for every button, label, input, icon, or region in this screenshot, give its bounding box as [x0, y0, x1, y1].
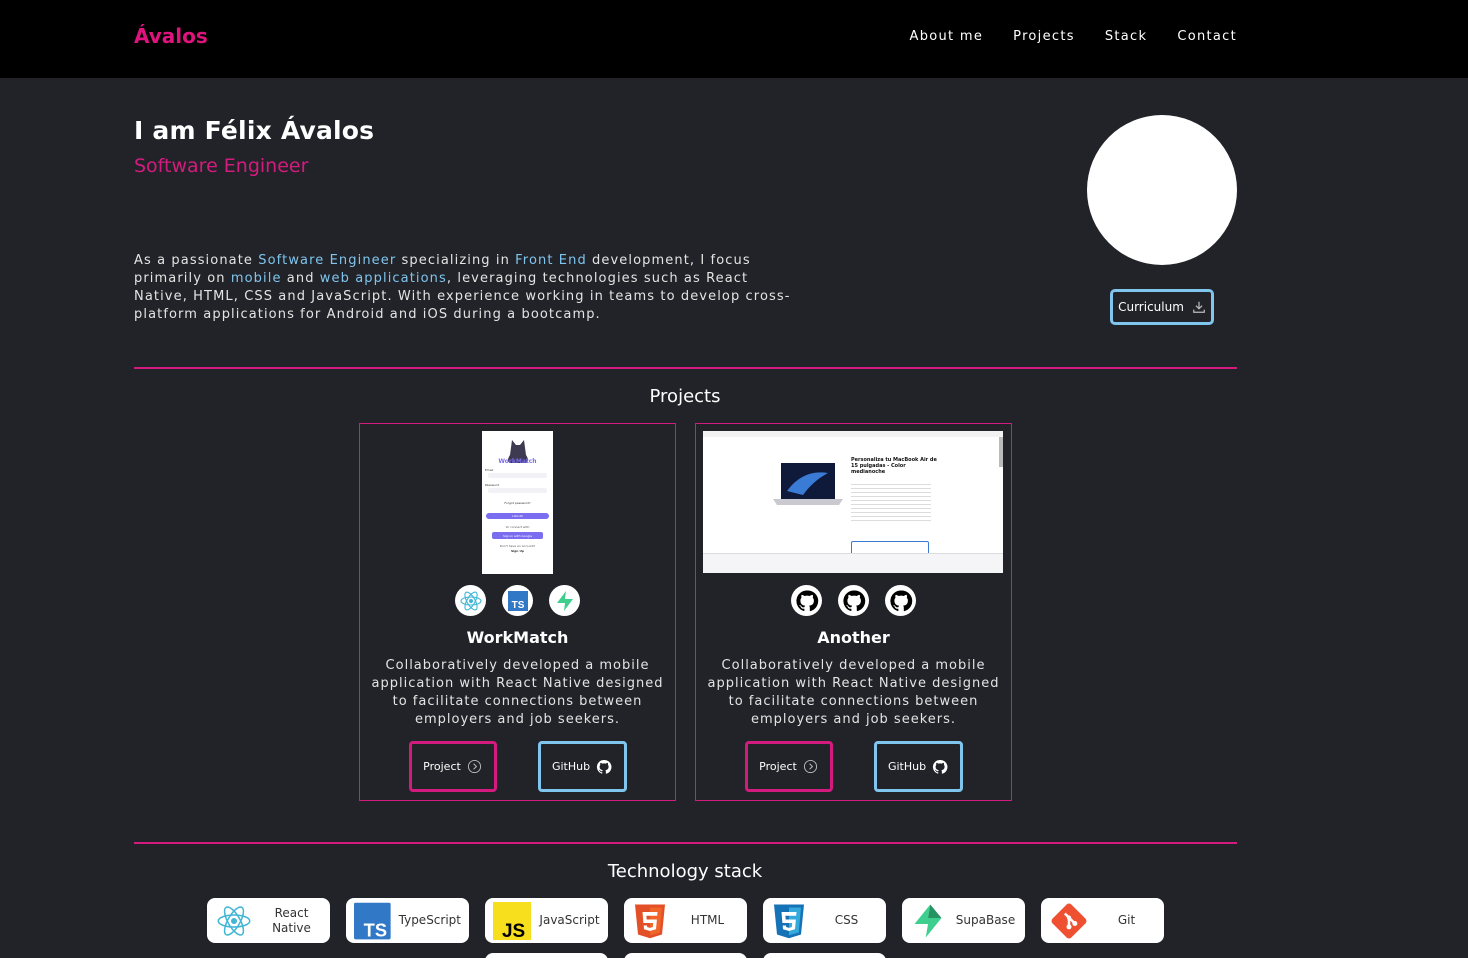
bio-highlight: Software Engineer	[258, 253, 397, 268]
bio-text: As a passionate Software Engineer specia…	[134, 253, 791, 322]
arrow-circle-icon	[803, 759, 817, 774]
project-description: Collaboratively developed a mobile appli…	[707, 658, 1000, 727]
github-icon	[932, 759, 948, 774]
screenshot-heading: Personaliza tu MacBook Air de 15 pulgada…	[851, 457, 937, 475]
stack-item-typescript: TS TypeScript	[346, 898, 469, 943]
project-tech-icons: TS	[360, 585, 675, 616]
svg-text:TS: TS	[364, 919, 387, 940]
top-navbar: Ávalos About me Projects Stack Contact	[0, 0, 1468, 78]
project-link-button[interactable]: Project	[744, 741, 833, 792]
css3-icon	[774, 904, 804, 938]
git-icon	[1051, 903, 1087, 938]
bio-highlight: mobile	[230, 271, 282, 286]
github-icon	[838, 585, 869, 616]
supabase-icon	[914, 904, 942, 937]
nav-link-about[interactable]: About me	[910, 29, 984, 44]
section-divider	[134, 367, 1237, 369]
github-icon	[791, 585, 822, 616]
github-link-button[interactable]: GitHub	[873, 741, 963, 792]
stack-item-css: CSS	[763, 898, 886, 943]
projects-title: Projects	[649, 386, 721, 407]
email-label: Email	[485, 468, 494, 472]
project-card-workmatch: WorkMatch Email Password Forgot password…	[359, 423, 676, 801]
stack-item-html: HTML	[624, 898, 747, 943]
app-name: WorkMatch	[498, 458, 537, 465]
stack-label: React Native	[272, 905, 311, 935]
project-card-another: Personaliza tu MacBook Air de 15 pulgada…	[695, 423, 1012, 801]
tech-stack-list: React Native TS TypeScript JS JavaScript…	[207, 898, 1164, 943]
html5-icon	[635, 904, 665, 938]
avatar	[1087, 115, 1237, 265]
brand-logo[interactable]: Ávalos	[134, 24, 208, 48]
hero-role: Software Engineer	[134, 155, 309, 177]
stack-label: TypeScript	[398, 913, 461, 927]
password-label: Password	[485, 483, 500, 487]
stack-title: Technology stack	[607, 861, 763, 882]
project-title: WorkMatch	[466, 628, 569, 647]
nav-link-stack[interactable]: Stack	[1105, 29, 1148, 44]
project-screenshot: Personaliza tu MacBook Air de 15 pulgada…	[703, 431, 1003, 573]
laptop-image	[773, 463, 843, 505]
project-actions: Project GitHub	[360, 741, 675, 792]
stack-label: HTML	[690, 913, 725, 927]
or-connect-text: Or connect with	[505, 525, 530, 529]
github-icon	[596, 759, 612, 774]
nav-link-contact[interactable]: Contact	[1177, 29, 1237, 44]
github-icon	[885, 585, 916, 616]
stack-label: SupaBase	[955, 913, 1016, 927]
stack-item	[485, 953, 608, 958]
project-screenshot: WorkMatch Email Password Forgot password…	[482, 431, 553, 574]
stack-label: CSS	[834, 913, 859, 927]
download-icon	[1193, 301, 1205, 313]
arrow-circle-icon	[467, 759, 481, 774]
github-link-button[interactable]: GitHub	[537, 741, 627, 792]
stack-item-git: Git	[1041, 898, 1164, 943]
svg-text:JS: JS	[502, 920, 525, 939]
project-button-label: Project	[423, 760, 461, 773]
bio-highlight: web applications	[319, 271, 447, 286]
stack-label: JavaScript	[539, 913, 600, 927]
hero-name: I am Félix Ávalos	[134, 116, 375, 145]
stack-item-javascript: JS JavaScript	[485, 898, 608, 943]
stack-item	[763, 953, 886, 958]
project-title: Another	[817, 628, 890, 647]
supabase-icon	[549, 585, 580, 616]
nav-links: About me Projects Stack Contact	[910, 29, 1237, 44]
forgot-password-text: Forgot password?	[504, 501, 531, 505]
google-signin-text: Sign in with Google	[502, 534, 533, 538]
react-icon	[455, 585, 486, 616]
svg-text:TS: TS	[511, 600, 524, 611]
stack-item-react-native: React Native	[207, 898, 330, 943]
react-icon	[217, 905, 251, 936]
project-actions: Project GitHub	[696, 741, 1011, 792]
curriculum-label: Curriculum	[1118, 300, 1184, 314]
section-divider	[134, 842, 1237, 844]
curriculum-download-button[interactable]: Curriculum	[1110, 289, 1214, 325]
sign-up-text: Sign Up	[510, 549, 525, 553]
tech-stack-list-row2	[485, 953, 886, 958]
github-button-label: GitHub	[887, 760, 927, 773]
no-account-text: Don't have an account?	[499, 544, 536, 548]
nav-link-projects[interactable]: Projects	[1013, 29, 1075, 44]
stack-item-supabase: SupaBase	[902, 898, 1025, 943]
stack-item	[624, 953, 747, 958]
project-link-button[interactable]: Project	[408, 741, 497, 792]
bio-highlight: Front End	[515, 253, 587, 268]
typescript-icon: TS	[354, 902, 391, 940]
project-button-label: Project	[759, 760, 797, 773]
javascript-icon: JS	[493, 901, 531, 940]
typescript-icon: TS	[502, 585, 533, 616]
github-button-label: GitHub	[551, 760, 591, 773]
stack-label: Git	[1117, 913, 1136, 927]
project-description: Collaboratively developed a mobile appli…	[371, 658, 664, 727]
login-text: LOG IN	[512, 514, 523, 518]
project-tech-icons	[696, 585, 1011, 616]
